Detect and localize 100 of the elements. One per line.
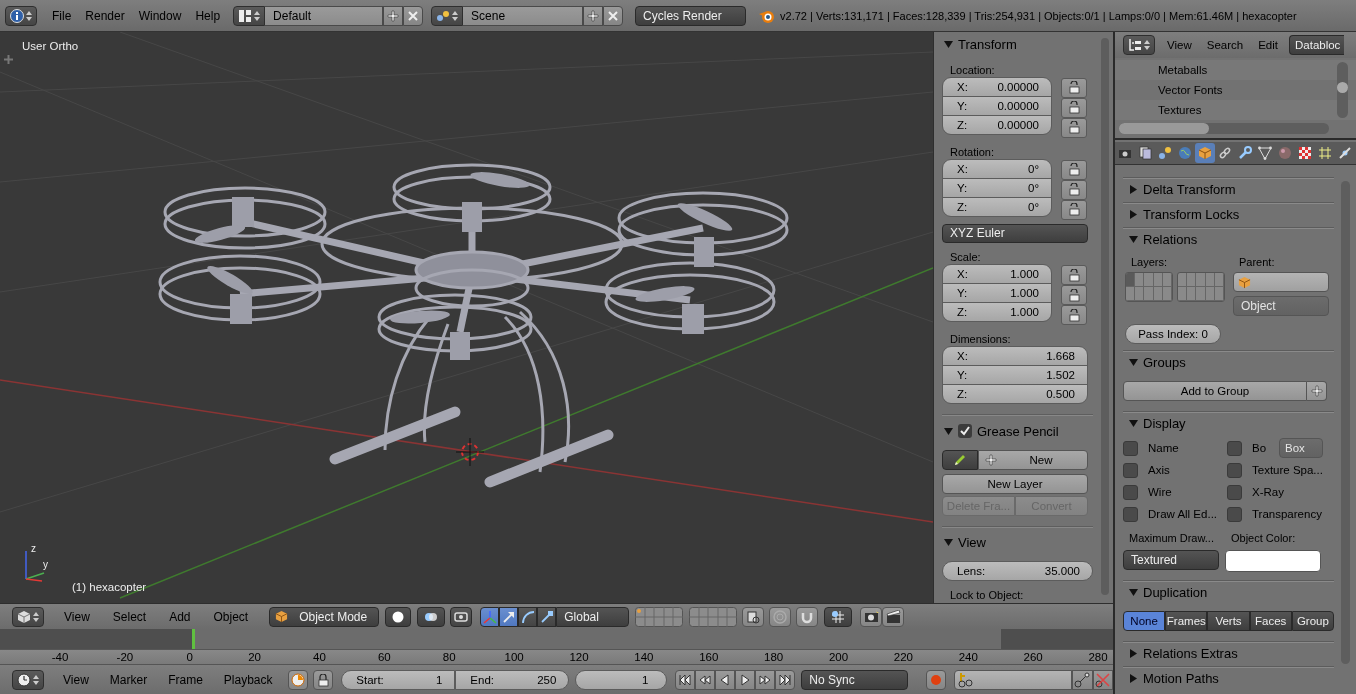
lock-camera-button[interactable] (742, 606, 765, 627)
panel-header[interactable]: View (942, 531, 1093, 554)
play-back-button[interactable] (715, 670, 736, 690)
checkbox[interactable] (1123, 506, 1138, 522)
menu-item[interactable]: Add (157, 606, 202, 627)
lock-button[interactable] (1061, 199, 1087, 220)
layout-type-button[interactable] (233, 5, 266, 26)
snap-element-dropdown[interactable] (824, 606, 853, 627)
key-back-button[interactable] (695, 670, 716, 690)
close-button[interactable] (603, 5, 624, 26)
menu-item[interactable]: Search (1198, 35, 1251, 55)
panel-header[interactable]: Transform Locks (1123, 202, 1334, 225)
key-fwd-button[interactable] (755, 670, 776, 690)
duplication-option[interactable]: Faces (1249, 611, 1292, 631)
menu-item[interactable]: Window (131, 5, 189, 26)
scroll-thumb[interactable] (1119, 123, 1209, 134)
display-mode-dropdown[interactable]: Databloc (1289, 35, 1345, 55)
number-field[interactable]: Z: 0° (942, 196, 1052, 217)
manipulator-button[interactable] (537, 606, 557, 627)
play-button[interactable] (735, 670, 756, 690)
panel-header[interactable]: Delta Transform (1123, 177, 1334, 200)
panel-header[interactable]: Display (1123, 411, 1334, 434)
render-animation-button[interactable] (882, 606, 905, 627)
number-field[interactable]: Y: 0.00000 (942, 95, 1052, 116)
editor-type-button[interactable] (1123, 35, 1155, 55)
menu-item[interactable]: File (45, 5, 79, 26)
checkbox[interactable] (1227, 484, 1242, 500)
scene-type-button[interactable] (431, 5, 464, 26)
menu-item[interactable]: Select (100, 606, 158, 627)
panel-header[interactable]: Duplication (1123, 580, 1334, 603)
checkbox[interactable] (1123, 440, 1138, 456)
scrollbar[interactable] (1119, 123, 1329, 134)
panel-header[interactable]: Relations (1123, 227, 1334, 250)
scroll-thumb[interactable] (1337, 82, 1348, 93)
panel-header[interactable]: Groups (1123, 350, 1334, 373)
end-frame-field[interactable]: End: 250 (455, 670, 570, 690)
number-field[interactable]: X: 1.000 (942, 264, 1052, 285)
start-frame-field[interactable]: Start: 1 (341, 670, 456, 690)
pencil-dropdown[interactable] (942, 449, 978, 470)
checkbox[interactable] (1227, 462, 1242, 478)
editor-type-button[interactable] (5, 5, 37, 26)
insert-keyframe-button[interactable] (1072, 670, 1093, 690)
jump-end-button[interactable] (775, 670, 796, 690)
current-frame-field[interactable]: 1 (575, 670, 668, 690)
close-button[interactable] (403, 5, 424, 26)
checkbox[interactable] (1227, 440, 1242, 456)
scene-name-field[interactable]: Scene (463, 5, 584, 26)
lock-button[interactable] (312, 670, 334, 690)
number-field[interactable]: X: 0.00000 (942, 76, 1052, 97)
number-field[interactable]: Y: 0° (942, 177, 1052, 198)
parent-field[interactable] (1233, 272, 1329, 292)
orientation-dropdown[interactable]: Global (556, 606, 630, 627)
new-button[interactable]: New (978, 449, 1088, 470)
add-to-group-button[interactable]: Add to Group (1123, 381, 1307, 401)
lock-button[interactable] (1061, 159, 1087, 180)
add-button[interactable] (1307, 381, 1327, 401)
lock-button[interactable] (1061, 97, 1087, 118)
panel-header[interactable]: Relations Extras (1123, 641, 1334, 664)
preview-range-button[interactable] (287, 670, 308, 690)
number-field[interactable]: Z: 1.000 (942, 302, 1052, 323)
checkbox[interactable] (1227, 506, 1242, 522)
menu-item[interactable]: View (1159, 35, 1199, 55)
lock-button[interactable] (1061, 305, 1087, 326)
outliner-item[interactable]: Vector Fonts (1115, 80, 1356, 100)
snap-button[interactable] (796, 606, 819, 627)
menu-item[interactable]: Frame (157, 670, 213, 690)
lock-button[interactable] (1061, 265, 1087, 286)
menu-item[interactable]: Help (188, 5, 228, 26)
editor-type-button[interactable] (12, 670, 44, 690)
checkbox[interactable] (1123, 462, 1138, 478)
number-field[interactable]: Y: 1.000 (942, 283, 1052, 304)
lock-button[interactable] (1061, 117, 1087, 138)
duplication-option[interactable]: None (1123, 611, 1166, 631)
checkbox[interactable] (958, 424, 972, 439)
panel-header[interactable]: Grease Pencil (942, 420, 1093, 442)
outliner-item[interactable]: Metaballs (1115, 60, 1356, 80)
render-image-button[interactable] (860, 606, 883, 627)
shading-dropdown[interactable] (385, 606, 412, 627)
render-engine-dropdown[interactable]: Cycles Render (635, 5, 747, 26)
jump-start-button[interactable] (675, 670, 696, 690)
add-button[interactable] (383, 5, 404, 26)
number-field[interactable]: Z: 0.500 (942, 384, 1088, 405)
number-field[interactable]: Z: 0.00000 (942, 114, 1052, 135)
number-field[interactable]: Y: 1.502 (942, 365, 1088, 386)
manipulator-toggle[interactable] (450, 606, 473, 627)
draw-type-dropdown[interactable]: Textured (1123, 550, 1219, 570)
layout-name-field[interactable]: Default (265, 5, 384, 26)
sync-dropdown[interactable]: No Sync (801, 670, 908, 690)
menu-item[interactable]: View (52, 670, 99, 690)
plus-icon[interactable] (4, 55, 13, 64)
lock-button[interactable] (1061, 77, 1087, 98)
keying-set-field[interactable] (953, 670, 1073, 690)
editor-type-button[interactable] (12, 606, 44, 627)
menu-item[interactable]: Marker (98, 670, 158, 690)
lock-button[interactable] (1061, 179, 1087, 200)
record-button[interactable] (925, 670, 946, 690)
duplication-option[interactable]: Frames (1165, 611, 1208, 631)
lock-button[interactable] (1061, 285, 1087, 306)
checkbox[interactable] (1123, 484, 1138, 500)
scrollbar[interactable] (1337, 62, 1348, 118)
